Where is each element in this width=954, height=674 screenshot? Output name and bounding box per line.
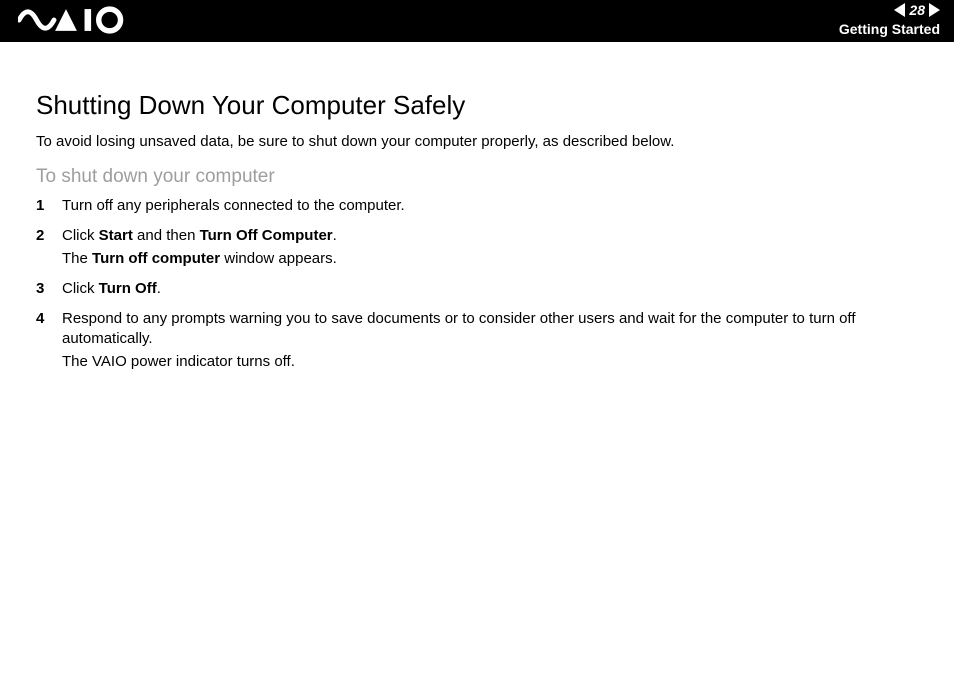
step-body: Click Turn Off. [62,279,924,299]
list-item: 2Click Start and then Turn Off Computer.… [36,226,924,269]
page-title: Shutting Down Your Computer Safely [36,90,924,121]
vaio-logo [18,6,138,34]
intro-text: To avoid losing unsaved data, be sure to… [36,133,924,150]
header-bar: 28 Getting Started [0,0,954,42]
subsection-title: To shut down your computer [36,166,924,188]
page-number: 28 [909,2,925,18]
next-page-icon[interactable] [929,3,940,17]
prev-page-icon[interactable] [894,3,905,17]
step-body: Respond to any prompts warning you to sa… [62,309,924,372]
step-number: 1 [36,196,62,216]
step-number: 2 [36,226,62,269]
page-nav: 28 [894,2,940,18]
list-item: 1Turn off any peripherals connected to t… [36,196,924,216]
list-item: 4Respond to any prompts warning you to s… [36,309,924,372]
vaio-logo-svg [18,6,138,34]
list-item: 3Click Turn Off. [36,279,924,299]
page-body: Shutting Down Your Computer Safely To av… [0,42,954,372]
step-list: 1Turn off any peripherals connected to t… [36,196,924,372]
step-number: 4 [36,309,62,372]
step-body: Click Start and then Turn Off Computer.T… [62,226,924,269]
section-title: Getting Started [839,21,940,37]
step-body: Turn off any peripherals connected to th… [62,196,924,216]
step-number: 3 [36,279,62,299]
